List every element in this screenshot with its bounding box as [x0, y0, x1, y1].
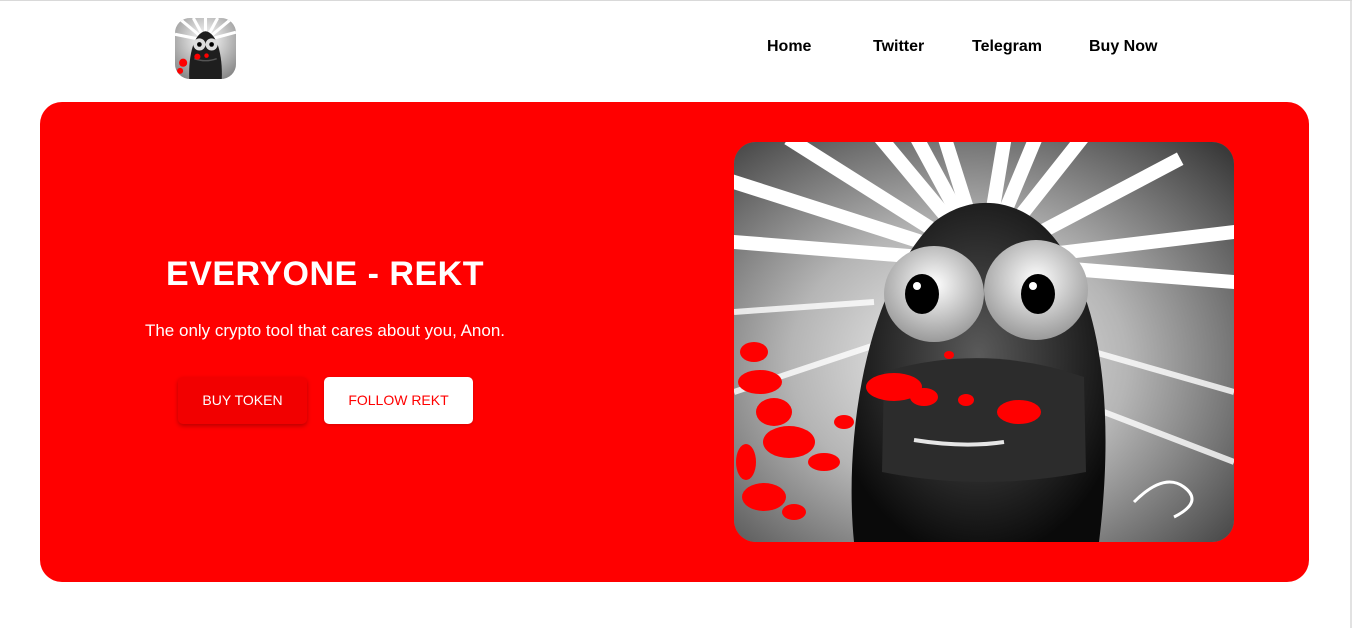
rekt-character-illustration — [734, 142, 1234, 542]
hero-section: EVERYONE - REKT The only crypto tool tha… — [40, 102, 1309, 582]
page: Home Twitter Telegram Buy Now EVERYONE -… — [0, 0, 1352, 628]
nav-link-home[interactable]: Home — [767, 38, 811, 56]
hero-subtitle: The only crypto tool that cares about yo… — [144, 321, 506, 340]
follow-rekt-button[interactable]: FOLLOW REKT — [324, 377, 473, 424]
nav-link-buy-now[interactable]: Buy Now — [1089, 38, 1157, 56]
hero-title: EVERYONE - REKT — [166, 255, 484, 293]
nav-link-twitter[interactable]: Twitter — [873, 38, 924, 56]
main-nav: Home Twitter Telegram Buy Now — [0, 38, 1352, 60]
hero-image — [734, 142, 1234, 542]
nav-link-telegram[interactable]: Telegram — [972, 38, 1042, 56]
buy-token-button[interactable]: BUY TOKEN — [178, 377, 307, 424]
